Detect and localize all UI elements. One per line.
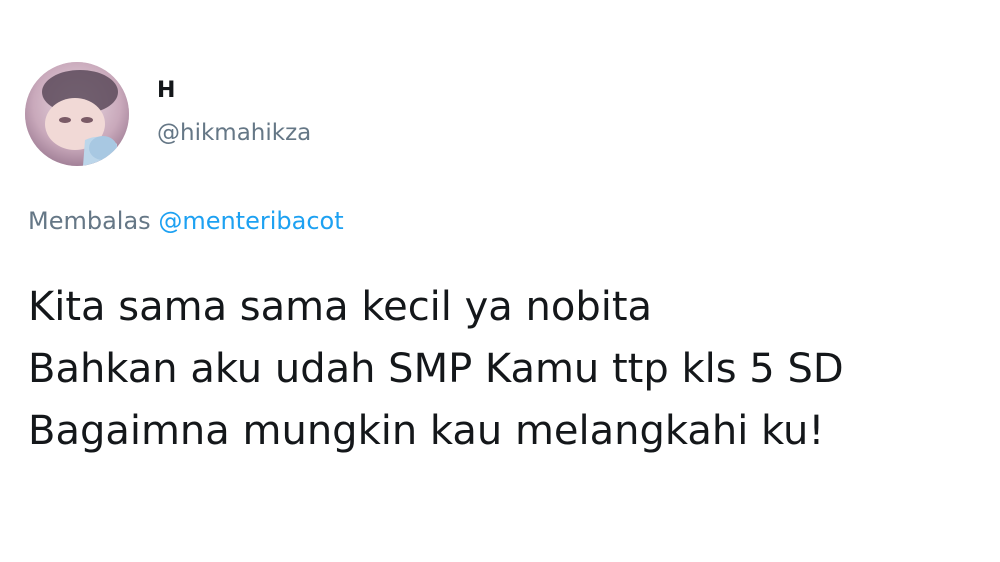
tweet-text-line: Bagaimna mungkin kau melangkahi ku! xyxy=(28,408,825,454)
user-handle[interactable]: @hikmahikza xyxy=(157,118,311,148)
avatar[interactable] xyxy=(25,62,129,166)
reply-mention-link[interactable]: @menteribacot xyxy=(158,207,343,235)
display-name[interactable]: H xyxy=(157,77,175,105)
tweet-text-line: Kita sama sama kecil ya nobita xyxy=(28,284,653,330)
reply-context: Membalas @menteribacot xyxy=(28,205,344,237)
profile-photo-icon xyxy=(25,62,129,166)
tweet-text: Kita sama sama kecil ya nobita Bahkan ak… xyxy=(28,276,844,462)
tweet-text-line: Bahkan aku udah SMP Kamu ttp kls 5 SD xyxy=(28,346,844,392)
tweet-card: H @hikmahikza Membalas @menteribacot Kit… xyxy=(0,0,1000,562)
reply-prefix: Membalas xyxy=(28,207,151,235)
